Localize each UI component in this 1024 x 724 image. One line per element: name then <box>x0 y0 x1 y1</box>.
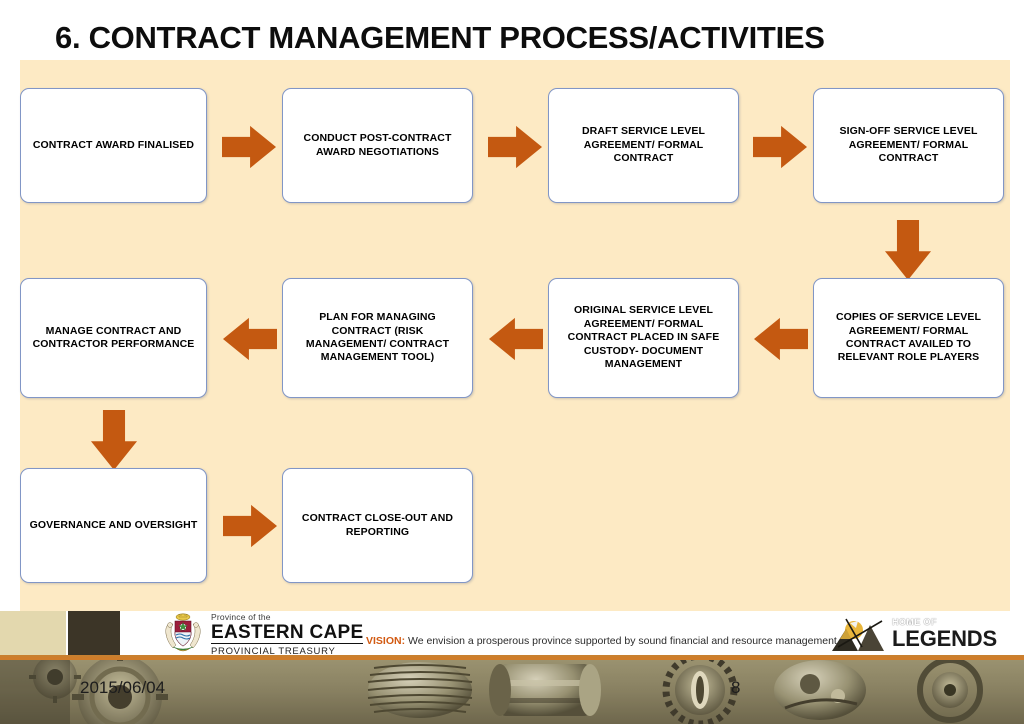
process-box-label: COPIES OF SERVICE LEVEL AGREEMENT/ FORMA… <box>835 311 982 364</box>
process-box-label: CONTRACT CLOSE-OUT AND REPORTING <box>301 512 454 538</box>
process-box-label: CONDUCT POST-CONTRACT AWARD NEGOTIATIONS <box>303 132 452 158</box>
arrow-right-4 <box>223 504 277 548</box>
department-name: PROVINCIAL TREASURY <box>211 645 336 657</box>
process-box-manage-contract-and-contractor-performance[interactable]: MANAGE CONTRACT AND CONTRACTOR PERFORMAN… <box>20 278 207 398</box>
page-title: 6. CONTRACT MANAGEMENT PROCESS/ACTIVITIE… <box>55 20 825 55</box>
process-box-conduct-post-contract-award-negotiations[interactable]: CONDUCT POST-CONTRACT AWARD NEGOTIATIONS <box>282 88 473 203</box>
province-name: EASTERN CAPE <box>211 621 364 644</box>
slide-date: 2015/06/04 <box>80 678 166 697</box>
process-box-original-service-level-agreement[interactable]: ORIGINAL SERVICE LEVEL AGREEMENT/ FORMAL… <box>548 278 739 398</box>
arrow-left-3 <box>754 317 808 361</box>
legends-main-text: LEGENDS <box>892 626 997 651</box>
arrow-right-1 <box>222 125 276 169</box>
home-of-legends-logo: HOME OF LEGENDS <box>832 617 997 653</box>
arrow-down-2 <box>90 410 138 470</box>
footer-tan-block <box>0 611 66 657</box>
slide-page-number: 8 <box>731 678 741 697</box>
process-box-contract-award-finalised[interactable]: CONTRACT AWARD FINALISED <box>20 88 207 203</box>
arrow-right-2 <box>488 125 542 169</box>
strip-top-rule <box>0 657 1024 660</box>
vision-label: VISION: <box>366 635 406 647</box>
arrow-left-2 <box>489 317 543 361</box>
footer-dark-block <box>68 611 120 655</box>
vision-statement: VISION: We envision a prosperous provinc… <box>366 635 840 647</box>
process-box-label: SIGN-OFF SERVICE LEVEL AGREEMENT/ FORMAL… <box>839 125 978 165</box>
process-box-governance-and-oversight[interactable]: GOVERNANCE AND OVERSIGHT <box>20 468 207 583</box>
process-diagram-panel: CONTRACT AWARD FINALISED CONDUCT POST-CO… <box>20 60 1010 611</box>
arrow-down-1 <box>884 220 932 280</box>
province-line: Province of the <box>211 612 271 622</box>
process-box-label: PLAN FOR MANAGING CONTRACT (RISK MANAGEM… <box>305 311 450 364</box>
eastern-cape-wordmark: Province of the EASTERN CAPE PROVINCIAL … <box>211 612 364 657</box>
process-box-label: DRAFT SERVICE LEVEL AGREEMENT/ FORMAL CO… <box>581 125 706 165</box>
process-box-plan-for-managing-contract[interactable]: PLAN FOR MANAGING CONTRACT (RISK MANAGEM… <box>282 278 473 398</box>
legends-mountain-icon <box>832 618 884 651</box>
process-box-label: CONTRACT AWARD FINALISED <box>32 138 195 151</box>
slide: 6. CONTRACT MANAGEMENT PROCESS/ACTIVITIE… <box>0 0 1024 724</box>
process-box-label: GOVERNANCE AND OVERSIGHT <box>29 518 198 531</box>
coat-of-arms-icon <box>165 613 201 652</box>
arrow-left-1 <box>223 317 277 361</box>
legends-wordmark: HOME OF LEGENDS <box>892 618 997 650</box>
vision-text: We envision a prosperous province suppor… <box>408 635 840 647</box>
process-box-contract-close-out-and-reporting[interactable]: CONTRACT CLOSE-OUT AND REPORTING <box>282 468 473 583</box>
process-box-label: MANAGE CONTRACT AND CONTRACTOR PERFORMAN… <box>32 324 195 350</box>
process-box-draft-service-level-agreement[interactable]: DRAFT SERVICE LEVEL AGREEMENT/ FORMAL CO… <box>548 88 739 203</box>
process-box-sign-off-service-level-agreement[interactable]: SIGN-OFF SERVICE LEVEL AGREEMENT/ FORMAL… <box>813 88 1004 203</box>
process-box-copies-of-service-level-agreement[interactable]: COPIES OF SERVICE LEVEL AGREEMENT/ FORMA… <box>813 278 1004 398</box>
arrow-right-3 <box>753 125 807 169</box>
process-box-label: ORIGINAL SERVICE LEVEL AGREEMENT/ FORMAL… <box>567 304 720 371</box>
